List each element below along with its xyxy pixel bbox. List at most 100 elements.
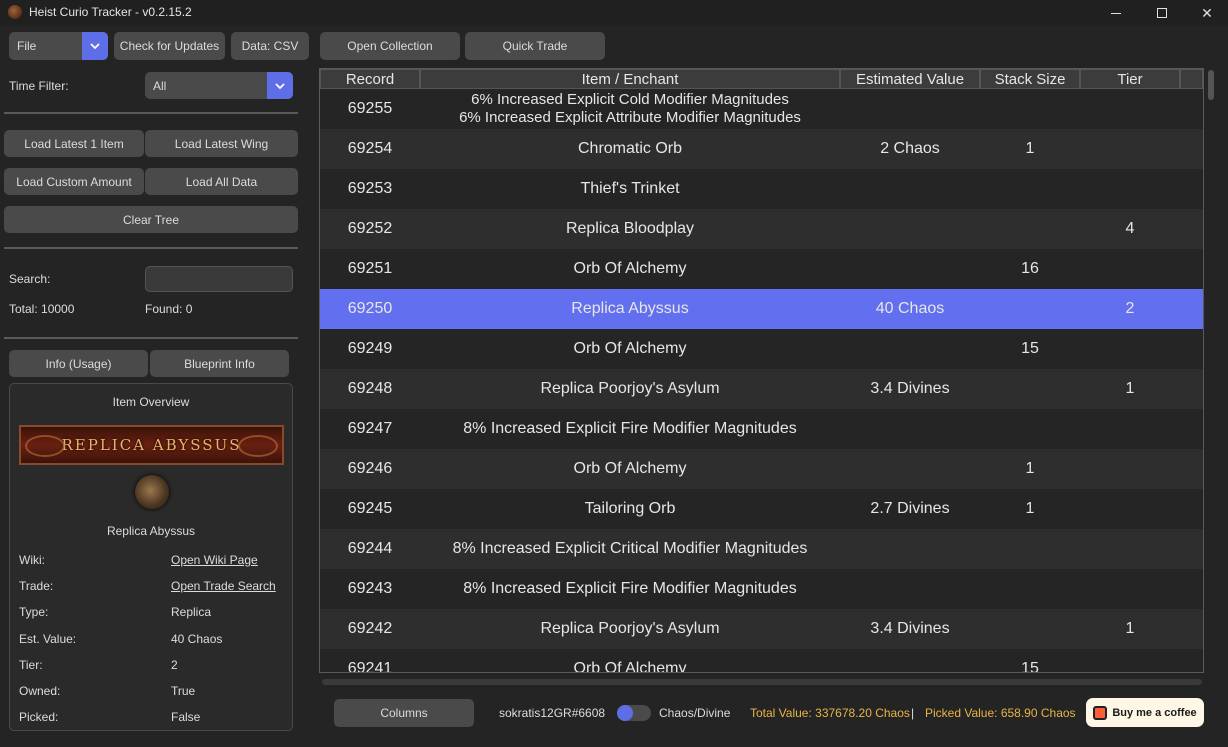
divider bbox=[4, 112, 298, 114]
open-collection-button[interactable]: Open Collection bbox=[320, 32, 460, 60]
value-divider: | bbox=[911, 706, 915, 720]
quick-trade-button[interactable]: Quick Trade bbox=[465, 32, 605, 60]
table-row[interactable]: 69251 Orb Of Alchemy 16 bbox=[320, 249, 1203, 289]
clear-tree-button[interactable]: Clear Tree bbox=[4, 206, 298, 233]
horizontal-scrollbar[interactable] bbox=[322, 679, 1202, 685]
time-filter-dropdown[interactable]: All bbox=[145, 72, 293, 99]
stack-cell: 15 bbox=[1021, 660, 1039, 673]
open-trade-link[interactable]: Open Trade Search bbox=[171, 579, 276, 593]
tier-cell: 2 bbox=[1125, 300, 1135, 317]
tier-cell bbox=[1080, 409, 1180, 449]
table-row[interactable]: 69252 Replica Bloodplay 4 bbox=[320, 209, 1203, 249]
maximize-icon bbox=[1157, 8, 1167, 18]
buy-coffee-label: Buy me a coffee bbox=[1112, 706, 1197, 719]
vertical-scrollbar[interactable] bbox=[1208, 70, 1214, 100]
overview-heading: Item Overview bbox=[112, 395, 190, 409]
load-all-data-button[interactable]: Load All Data bbox=[145, 168, 298, 195]
column-header-value[interactable]: Estimated Value bbox=[840, 69, 980, 89]
column-header-stack[interactable]: Stack Size bbox=[980, 69, 1080, 89]
data-csv-button[interactable]: Data: CSV bbox=[231, 32, 309, 60]
load-latest-wing-button[interactable]: Load Latest Wing bbox=[145, 130, 298, 157]
item-cell: Orb Of Alchemy bbox=[420, 249, 840, 289]
item-line: Thief's Trinket bbox=[580, 180, 680, 197]
value-cell bbox=[840, 249, 980, 289]
chevron-down-icon[interactable] bbox=[267, 72, 293, 99]
table-row[interactable]: 69246 Orb Of Alchemy 1 bbox=[320, 449, 1203, 489]
table-row[interactable]: 69253 Thief's Trinket bbox=[320, 169, 1203, 209]
tier-cell bbox=[1080, 649, 1180, 672]
record-cell: 69241 bbox=[347, 660, 393, 673]
item-cell: Orb Of Alchemy bbox=[420, 449, 840, 489]
tier-cell: 1 bbox=[1125, 620, 1135, 637]
flourish-right-icon bbox=[238, 435, 278, 457]
load-latest-item-button[interactable]: Load Latest 1 Item bbox=[4, 130, 144, 157]
tier-cell bbox=[1080, 129, 1180, 169]
item-cell: Tailoring Orb bbox=[420, 489, 840, 529]
table-row[interactable]: 69241 Orb Of Alchemy 15 bbox=[320, 649, 1203, 673]
load-custom-amount-button[interactable]: Load Custom Amount bbox=[4, 168, 144, 195]
file-dropdown[interactable]: File bbox=[9, 32, 108, 60]
chaos-divine-toggle[interactable] bbox=[617, 705, 651, 721]
value-cell: 3.4 Divines bbox=[870, 620, 950, 637]
picked-value: False bbox=[171, 710, 201, 724]
tier-cell bbox=[1080, 89, 1180, 129]
item-line: Replica Abyssus bbox=[571, 300, 689, 317]
table-row[interactable]: 69254 Chromatic Orb 2 Chaos 1 bbox=[320, 129, 1203, 169]
close-button[interactable]: ✕ bbox=[1184, 0, 1228, 26]
table-row[interactable]: 69244 8% Increased Explicit Critical Modi… bbox=[320, 529, 1203, 569]
record-cell: 69244 bbox=[347, 540, 393, 557]
records-table: Record Item / Enchant Estimated Value St… bbox=[319, 68, 1204, 673]
record-cell: 69251 bbox=[347, 260, 393, 277]
owned-value: True bbox=[171, 684, 196, 698]
total-count: Total: 10000 bbox=[9, 302, 75, 316]
item-line: Tailoring Orb bbox=[584, 500, 676, 517]
stack-cell bbox=[980, 609, 1080, 649]
tier-cell bbox=[1080, 249, 1180, 289]
value-cell: 2.7 Divines bbox=[870, 500, 950, 517]
close-icon: ✕ bbox=[1201, 4, 1213, 21]
app-logo-icon bbox=[8, 5, 22, 19]
blueprint-info-button[interactable]: Blueprint Info bbox=[150, 350, 289, 377]
stack-cell bbox=[980, 409, 1080, 449]
item-art-icon bbox=[135, 475, 169, 509]
table-row[interactable]: 69242 Replica Poorjoy's Asylum 3.4 Divines… bbox=[320, 609, 1203, 649]
table-row[interactable]: 69249 Orb Of Alchemy 15 bbox=[320, 329, 1203, 369]
open-wiki-link[interactable]: Open Wiki Page bbox=[171, 553, 258, 567]
tier-cell bbox=[1080, 569, 1180, 609]
record-cell: 69245 bbox=[347, 500, 393, 517]
item-cell: Replica Poorjoy's Asylum bbox=[420, 369, 840, 409]
table-header: Record Item / Enchant Estimated Value St… bbox=[320, 69, 1203, 89]
info-usage-button[interactable]: Info (Usage) bbox=[9, 350, 148, 377]
table-row[interactable]: 69250 Replica Abyssus 40 Chaos 2 bbox=[320, 289, 1203, 329]
overview-item-name: Replica Abyssus bbox=[106, 524, 196, 538]
table-row[interactable]: 69243 8% Increased Explicit Fire Modifier… bbox=[320, 569, 1203, 609]
value-cell bbox=[840, 409, 980, 449]
column-header-item[interactable]: Item / Enchant bbox=[420, 69, 840, 89]
table-row[interactable]: 69245 Tailoring Orb 2.7 Divines 1 bbox=[320, 489, 1203, 529]
minimize-button[interactable] bbox=[1093, 0, 1139, 26]
wiki-key: Wiki: bbox=[19, 553, 45, 567]
record-cell: 69255 bbox=[347, 100, 393, 117]
record-cell: 69246 bbox=[347, 460, 393, 477]
item-cell: 6% Increased Explicit Cold Modifier Magn… bbox=[420, 89, 840, 129]
item-line: 8% Increased Explicit Fire Modifier Magn… bbox=[463, 580, 797, 597]
trade-key: Trade: bbox=[19, 579, 54, 593]
buy-coffee-button[interactable]: Buy me a coffee bbox=[1086, 698, 1204, 727]
check-updates-button[interactable]: Check for Updates bbox=[114, 32, 225, 60]
table-row[interactable]: 69248 Replica Poorjoy's Asylum 3.4 Divines… bbox=[320, 369, 1203, 409]
time-filter-label: Time Filter: bbox=[9, 79, 69, 93]
table-row[interactable]: 69247 8% Increased Explicit Fire Modifier… bbox=[320, 409, 1203, 449]
column-header-record[interactable]: Record bbox=[320, 69, 420, 89]
value-cell: 40 Chaos bbox=[875, 300, 945, 317]
value-cell bbox=[840, 209, 980, 249]
maximize-button[interactable] bbox=[1139, 0, 1185, 26]
column-header-tier[interactable]: Tier bbox=[1080, 69, 1180, 89]
search-input[interactable] bbox=[145, 266, 293, 292]
chevron-down-icon[interactable] bbox=[82, 32, 108, 60]
item-cell: 8% Increased Explicit Fire Modifier Magn… bbox=[420, 569, 840, 609]
columns-button[interactable]: Columns bbox=[334, 699, 474, 727]
table-row[interactable]: 69255 6% Increased Explicit Cold Modifier… bbox=[320, 89, 1203, 129]
toggle-knob bbox=[617, 705, 633, 721]
record-cell: 69248 bbox=[347, 380, 393, 397]
item-line: Orb Of Alchemy bbox=[573, 340, 687, 357]
